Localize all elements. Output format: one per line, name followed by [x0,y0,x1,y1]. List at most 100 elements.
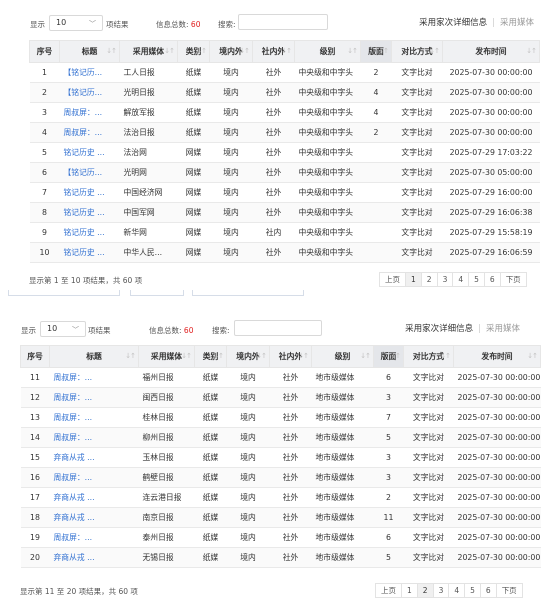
page-button[interactable]: 6 [479,583,497,598]
column-header-region[interactable]: 境内外 ↓↑ [226,345,270,368]
cell-level: 中央级和中字头 [294,122,361,143]
tab-media[interactable]: 采用媒体 [500,18,534,28]
page-button[interactable]: 4 [448,583,466,598]
column-header-index[interactable]: 序号 [29,40,60,63]
cell-title[interactable]: 周叔屏：... [59,122,120,143]
column-header-level[interactable]: 级别 ↓↑ [294,40,361,63]
page-button[interactable]: 3 [436,272,454,287]
cell-title[interactable]: 周叔屏：... [49,427,139,448]
page-size-select[interactable]: 10 ﹀ [49,15,103,31]
tab-media[interactable]: 采用媒体 [486,324,520,334]
cell-category: 纸媒 [194,467,227,488]
sort-icon[interactable]: ↓↑ [360,352,371,360]
page-button[interactable]: 6 [483,272,501,287]
page-button[interactable]: 2 [416,583,434,598]
cell-media: 连云港日报 [138,487,195,508]
cell-page [360,202,392,223]
search-input[interactable] [238,14,328,30]
next-page-button[interactable]: 下页 [495,583,523,598]
cell-internal: 社外 [269,487,312,508]
sort-icon[interactable]: ↓↑ [125,352,136,360]
cell-title[interactable]: 周叔屏：... [49,527,139,548]
sort-icon[interactable]: ↓↑ [281,47,292,55]
cell-title[interactable]: 弃商从戎 ... [49,507,139,528]
sort-icon[interactable]: ↓↑ [378,47,389,55]
column-header-media[interactable]: 采用媒体 ↓↑ [119,40,178,63]
column-header-region[interactable]: 境内外 ↓↑ [209,40,253,63]
cell-region: 境内 [226,387,270,408]
table-row: 10 铭记历史 ... 中华人民... 网媒 境内 社外 中央级和中字头 文字比对 2025-0… [29,242,540,263]
column-header-internal[interactable]: 社内外 ↓↑ [252,40,295,63]
sort-icon[interactable]: ↓↑ [390,352,401,360]
cell-title[interactable]: 铭记历史 ... [59,142,120,163]
sort-icon[interactable]: ↓↑ [527,352,538,360]
cell-title[interactable]: 【铭记历... [59,162,120,183]
prev-page-button[interactable]: 上页 [379,272,406,287]
cell-title[interactable]: 周叔屏：... [49,407,139,428]
cell-index: 11 [20,367,50,388]
cell-title[interactable]: 铭记历史 ... [59,222,120,243]
page-button[interactable]: 1 [405,272,422,287]
column-header-level[interactable]: 级别 ↓↑ [311,345,374,368]
page-button[interactable]: 2 [420,272,438,287]
cell-level: 地市级媒体 [311,367,374,388]
cell-title[interactable]: 周叔屏：... [59,102,120,123]
column-header-category[interactable]: 类别 ↓↑ [177,40,210,63]
page-button[interactable]: 5 [468,272,485,287]
column-header-internal[interactable]: 社内外 ↓↑ [269,345,312,368]
prev-page-button[interactable]: 上页 [375,583,402,598]
cell-internal: 社外 [269,447,312,468]
sort-icon[interactable]: ↓↑ [526,47,537,55]
cell-title[interactable]: 弃商从戎 ... [49,487,139,508]
sort-icon[interactable]: ↓↑ [164,47,175,55]
column-header-title[interactable]: 标题 ↓↑ [49,345,139,368]
next-page-button[interactable]: 下页 [499,272,527,287]
column-header-compare[interactable]: 对比方式 ↓↑ [391,40,443,63]
cell-region: 境内 [226,527,270,548]
sort-icon[interactable]: ↓↑ [429,47,440,55]
overlay-strip [130,290,184,296]
page-button[interactable]: 3 [432,583,450,598]
column-header-media[interactable]: 采用媒体 ↓↑ [138,345,195,368]
column-header-compare[interactable]: 对比方式 ↓↑ [403,345,454,368]
page-button[interactable]: 5 [464,583,481,598]
cell-title[interactable]: 周叔屏：... [49,387,139,408]
sort-icon[interactable]: ↓↑ [181,352,192,360]
cell-title[interactable]: 铭记历史 ... [59,182,120,203]
cell-title[interactable]: 周叔屏：... [49,467,139,488]
page-size-select[interactable]: 10 ﹀ [40,321,86,337]
cell-time: 2025-07-29 16:06:59 [442,242,540,263]
column-header-time[interactable]: 发布时间 ↓↑ [453,345,541,368]
cell-media: 新华网 [119,222,178,243]
cell-title[interactable]: 弃商从戎 ... [49,547,139,568]
cell-title[interactable]: 弃商从戎 ... [49,447,139,468]
sort-icon[interactable]: ↓↑ [196,47,207,55]
chevron-down-icon: ﹀ [72,326,79,334]
search-input[interactable] [234,320,322,336]
column-header-title[interactable]: 标题 ↓↑ [59,40,120,63]
cell-title[interactable]: 周叔屏：... [49,367,139,388]
sort-icon[interactable]: ↓↑ [298,352,309,360]
tab-detail-info[interactable]: 采用家次详细信息 [405,324,473,334]
cell-title[interactable]: 【铭记历... [59,62,120,83]
cell-title[interactable]: 铭记历史 ... [59,242,120,263]
sort-icon[interactable]: ↓↑ [213,352,224,360]
sort-icon[interactable]: ↓↑ [106,47,117,55]
page-button[interactable]: 4 [452,272,470,287]
cell-internal: 社内 [252,222,295,243]
sort-icon[interactable]: ↓↑ [256,352,267,360]
column-header-page[interactable]: 版面 ↓↑ [360,40,392,63]
page-button[interactable]: 1 [401,583,418,598]
results-table: 序号 标题 ↓↑ 采用媒体 ↓↑ 类别 ↓↑ 境内外 ↓↑ 社内外 ↓↑ 级别 ↓↑ 版面 ↓↑ 对比方式 ↓↑… [29,40,540,263]
cell-time: 2025-07-30 00:00:00 [453,447,541,468]
cell-title[interactable]: 【铭记历... [59,82,120,103]
column-header-time[interactable]: 发布时间 ↓↑ [442,40,540,63]
column-header-index[interactable]: 序号 [20,345,50,368]
column-header-page[interactable]: 版面 ↓↑ [373,345,404,368]
sort-icon[interactable]: ↓↑ [347,47,358,55]
tab-detail-info[interactable]: 采用家次详细信息 [419,18,487,28]
column-header-category[interactable]: 类别 ↓↑ [194,345,227,368]
cell-title[interactable]: 铭记历史 ... [59,202,120,223]
sort-icon[interactable]: ↓↑ [239,47,250,55]
sort-icon[interactable]: ↓↑ [440,352,451,360]
